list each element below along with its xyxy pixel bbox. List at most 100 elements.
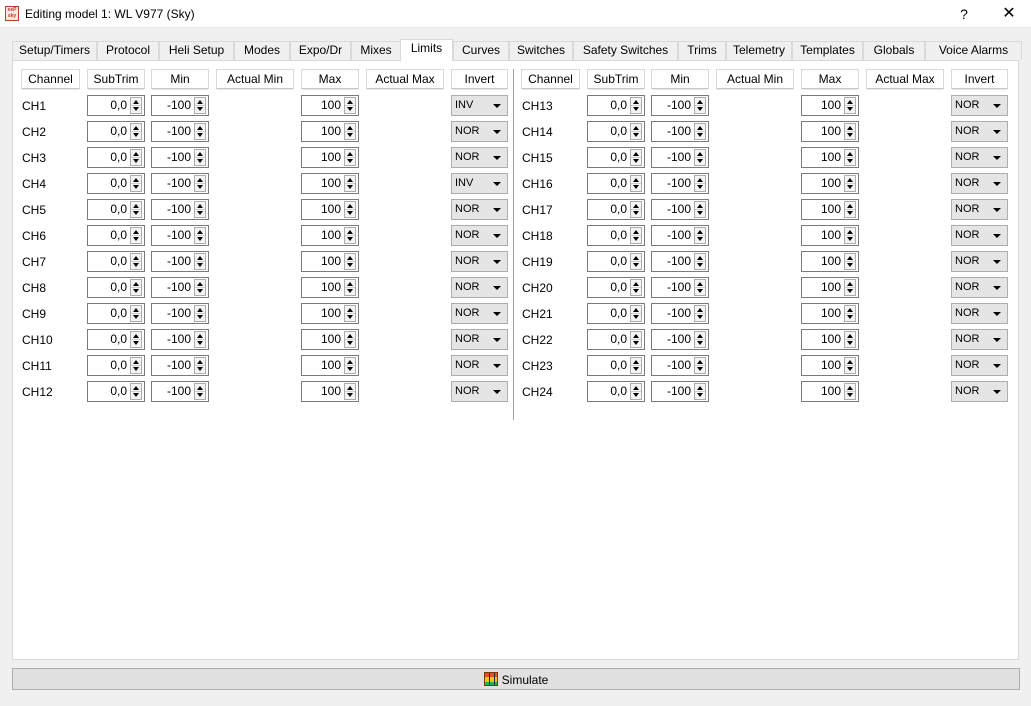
min-value[interactable]: -100 — [652, 356, 692, 375]
subtrim-value[interactable]: 0,0 — [88, 200, 128, 219]
arrow-up-icon[interactable] — [633, 386, 639, 390]
arrow-down-icon[interactable] — [347, 393, 353, 397]
arrow-up-icon[interactable] — [633, 308, 639, 312]
arrow-up-icon[interactable] — [847, 256, 853, 260]
arrow-down-icon[interactable] — [197, 341, 203, 345]
arrow-down-icon[interactable] — [133, 107, 139, 111]
min-spinbox[interactable]: -100 — [651, 355, 709, 376]
tab-limits[interactable]: Limits — [400, 39, 453, 61]
arrow-down-icon[interactable] — [197, 289, 203, 293]
subtrim-spinbox[interactable]: 0,0 — [87, 225, 145, 246]
min-value[interactable]: -100 — [652, 304, 692, 323]
subtrim-spinbox[interactable]: 0,0 — [87, 147, 145, 168]
arrow-down-icon[interactable] — [197, 185, 203, 189]
max-value[interactable]: 100 — [302, 330, 342, 349]
subtrim-spinbox[interactable]: 0,0 — [587, 199, 645, 220]
arrow-up-icon[interactable] — [847, 386, 853, 390]
max-spinbox[interactable]: 100 — [801, 303, 859, 324]
subtrim-value[interactable]: 0,0 — [88, 252, 128, 271]
spin-arrows[interactable] — [844, 305, 856, 322]
arrow-down-icon[interactable] — [633, 107, 639, 111]
max-spinbox[interactable]: 100 — [301, 95, 359, 116]
max-spinbox[interactable]: 100 — [801, 251, 859, 272]
spin-arrows[interactable] — [130, 383, 142, 400]
max-spinbox[interactable]: 100 — [301, 121, 359, 142]
tab-voice-alarms[interactable]: Voice Alarms — [925, 41, 1022, 60]
min-spinbox[interactable]: -100 — [651, 303, 709, 324]
arrow-down-icon[interactable] — [347, 159, 353, 163]
max-spinbox[interactable]: 100 — [301, 173, 359, 194]
arrow-down-icon[interactable] — [633, 237, 639, 241]
spin-arrows[interactable] — [194, 123, 206, 140]
subtrim-value[interactable]: 0,0 — [588, 382, 628, 401]
min-value[interactable]: -100 — [152, 174, 192, 193]
spin-arrows[interactable] — [130, 227, 142, 244]
subtrim-value[interactable]: 0,0 — [88, 356, 128, 375]
tab-switches[interactable]: Switches — [509, 41, 573, 60]
spin-arrows[interactable] — [630, 201, 642, 218]
min-value[interactable]: -100 — [652, 174, 692, 193]
arrow-up-icon[interactable] — [347, 230, 353, 234]
min-spinbox[interactable]: -100 — [651, 173, 709, 194]
subtrim-spinbox[interactable]: 0,0 — [587, 225, 645, 246]
max-spinbox[interactable]: 100 — [801, 173, 859, 194]
max-value[interactable]: 100 — [802, 252, 842, 271]
min-value[interactable]: -100 — [652, 148, 692, 167]
arrow-up-icon[interactable] — [197, 360, 203, 364]
arrow-down-icon[interactable] — [133, 263, 139, 267]
spin-arrows[interactable] — [844, 149, 856, 166]
spin-arrows[interactable] — [694, 123, 706, 140]
spin-arrows[interactable] — [630, 123, 642, 140]
min-value[interactable]: -100 — [652, 96, 692, 115]
arrow-up-icon[interactable] — [847, 230, 853, 234]
arrow-down-icon[interactable] — [133, 341, 139, 345]
arrow-up-icon[interactable] — [697, 282, 703, 286]
arrow-down-icon[interactable] — [133, 211, 139, 215]
subtrim-spinbox[interactable]: 0,0 — [87, 251, 145, 272]
max-value[interactable]: 100 — [302, 200, 342, 219]
min-spinbox[interactable]: -100 — [151, 147, 209, 168]
max-value[interactable]: 100 — [802, 200, 842, 219]
min-spinbox[interactable]: -100 — [651, 251, 709, 272]
subtrim-value[interactable]: 0,0 — [88, 148, 128, 167]
arrow-up-icon[interactable] — [633, 178, 639, 182]
subtrim-spinbox[interactable]: 0,0 — [587, 355, 645, 376]
invert-dropdown[interactable]: NOR — [451, 381, 508, 402]
min-spinbox[interactable]: -100 — [651, 121, 709, 142]
min-value[interactable]: -100 — [652, 122, 692, 141]
spin-arrows[interactable] — [194, 383, 206, 400]
invert-dropdown[interactable]: NOR — [951, 329, 1008, 350]
arrow-up-icon[interactable] — [197, 308, 203, 312]
spin-arrows[interactable] — [194, 253, 206, 270]
subtrim-value[interactable]: 0,0 — [88, 96, 128, 115]
arrow-up-icon[interactable] — [847, 126, 853, 130]
spin-arrows[interactable] — [194, 279, 206, 296]
arrow-down-icon[interactable] — [347, 367, 353, 371]
subtrim-spinbox[interactable]: 0,0 — [587, 277, 645, 298]
invert-dropdown[interactable]: NOR — [951, 381, 1008, 402]
subtrim-spinbox[interactable]: 0,0 — [87, 329, 145, 350]
invert-dropdown[interactable]: NOR — [451, 121, 508, 142]
max-spinbox[interactable]: 100 — [801, 121, 859, 142]
spin-arrows[interactable] — [130, 305, 142, 322]
spin-arrows[interactable] — [130, 279, 142, 296]
subtrim-value[interactable]: 0,0 — [588, 252, 628, 271]
arrow-down-icon[interactable] — [633, 315, 639, 319]
spin-arrows[interactable] — [694, 149, 706, 166]
invert-dropdown[interactable]: NOR — [951, 355, 1008, 376]
spin-arrows[interactable] — [344, 97, 356, 114]
arrow-up-icon[interactable] — [633, 100, 639, 104]
spin-arrows[interactable] — [630, 175, 642, 192]
arrow-down-icon[interactable] — [197, 315, 203, 319]
invert-dropdown[interactable]: NOR — [951, 147, 1008, 168]
min-spinbox[interactable]: -100 — [651, 329, 709, 350]
arrow-up-icon[interactable] — [633, 230, 639, 234]
spin-arrows[interactable] — [194, 331, 206, 348]
spin-arrows[interactable] — [344, 331, 356, 348]
spin-arrows[interactable] — [130, 357, 142, 374]
invert-dropdown[interactable]: NOR — [451, 147, 508, 168]
arrow-up-icon[interactable] — [133, 152, 139, 156]
spin-arrows[interactable] — [130, 253, 142, 270]
arrow-down-icon[interactable] — [197, 159, 203, 163]
max-value[interactable]: 100 — [302, 278, 342, 297]
